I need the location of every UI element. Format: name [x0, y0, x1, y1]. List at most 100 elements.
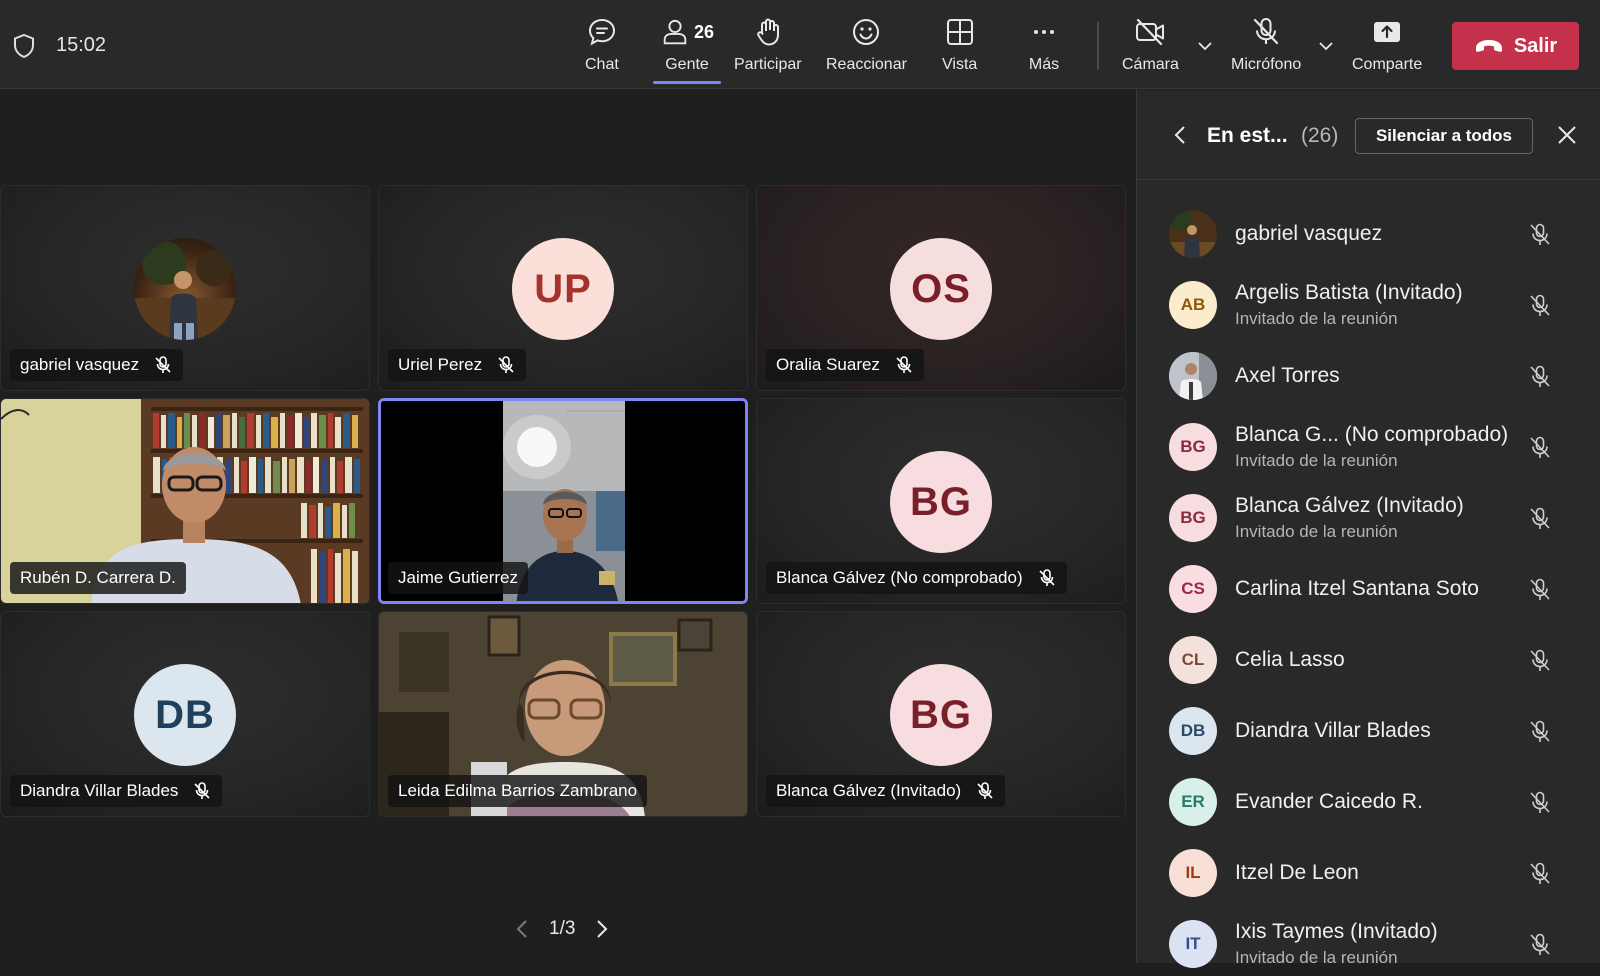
participant-row[interactable]: Axel Torres [1137, 342, 1600, 408]
video-tile[interactable]: Leida Edilma Barrios Zambrano [378, 611, 748, 817]
avatar: AB [1169, 281, 1217, 329]
participant-name: Blanca Gálvez (Invitado) [776, 781, 962, 800]
participant-name: Oralia Suarez [776, 355, 880, 374]
video-tile[interactable]: Rubén D. Carrera D. [0, 398, 370, 604]
participant-name: Ixis Taymes (Invitado) [1235, 920, 1438, 943]
participant-name-tag: Blanca Gálvez (Invitado) [766, 775, 1006, 807]
camera-button[interactable]: Cámara [1122, 16, 1179, 78]
avatar-initials: CL [1181, 650, 1205, 669]
more-icon [1034, 30, 1054, 34]
participant-name: Diandra Villar Blades [1235, 719, 1431, 742]
chevron-left-icon[interactable] [1173, 124, 1187, 146]
shield-icon[interactable] [12, 33, 36, 59]
participant-name: Argelis Batista (Invitado) [1235, 281, 1463, 304]
react-label: Reaccionar [826, 56, 907, 73]
people-count: 26 [694, 21, 715, 42]
mic-options-chevron-icon[interactable] [1318, 38, 1334, 54]
video-tile[interactable]: gabriel vasquez [0, 185, 370, 391]
video-tile[interactable]: DB Diandra Villar Blades [0, 611, 370, 817]
microphone-label: Micrófono [1231, 56, 1302, 73]
participant-name-tag: Rubén D. Carrera D. [10, 562, 186, 594]
mic-off-icon [977, 782, 993, 799]
participant-row[interactable]: BG Blanca Gálvez (Invitado) Invitado de … [1137, 484, 1600, 550]
participants-panel: En est... (26) Silenciar a todos gabriel… [1136, 90, 1600, 968]
mute-all-button[interactable]: Silenciar a todos [1355, 118, 1533, 154]
mic-off-icon[interactable] [1527, 719, 1553, 745]
react-button[interactable]: Reaccionar [826, 16, 907, 78]
mic-off-icon[interactable] [1527, 364, 1553, 390]
avatar-initials: BG [1180, 508, 1206, 527]
raise-hand-label: Participar [734, 56, 802, 73]
participant-row[interactable]: CS Carlina Itzel Santana Soto [1137, 555, 1600, 621]
avatar-initials: IT [1185, 934, 1201, 953]
mic-off-icon[interactable] [1527, 506, 1553, 532]
participant-row[interactable]: DB Diandra Villar Blades [1137, 697, 1600, 763]
people-button[interactable]: 26 Gente [660, 16, 714, 78]
share-label: Comparte [1352, 56, 1423, 73]
participant-name-tag: Jaime Gutierrez [388, 562, 528, 594]
participant-name: Leida Edilma Barrios Zambrano [398, 781, 638, 800]
mic-off-icon[interactable] [1527, 861, 1553, 887]
participant-row[interactable]: gabriel vasquez [1137, 200, 1600, 266]
mic-off-icon[interactable] [1527, 435, 1553, 461]
more-button[interactable]: Más [1028, 16, 1060, 78]
mic-off-icon[interactable] [1527, 648, 1553, 674]
view-button[interactable]: Vista [942, 16, 977, 78]
mic-off-icon[interactable] [1527, 790, 1553, 816]
participant-name: Axel Torres [1235, 364, 1340, 387]
video-tile-active-speaker[interactable]: Jaime Gutierrez [378, 398, 748, 604]
chevron-right-icon[interactable] [595, 919, 609, 939]
avatar: CS [1169, 565, 1217, 613]
chat-icon [588, 18, 615, 46]
video-tile[interactable]: UP Uriel Perez [378, 185, 748, 391]
close-icon[interactable] [1557, 125, 1577, 145]
mic-off-icon[interactable] [1527, 222, 1553, 248]
participant-row[interactable]: AB Argelis Batista (Invitado) Invitado d… [1137, 271, 1600, 337]
chat-label: Chat [585, 56, 619, 73]
toolbar-divider [1097, 22, 1099, 70]
participant-row[interactable]: IL Itzel De Leon [1137, 839, 1600, 905]
mic-off-icon[interactable] [1527, 932, 1553, 958]
participant-name: Blanca G... (No comprobado) [1235, 423, 1509, 446]
avatar-initials: DB [1180, 721, 1206, 740]
hang-up-icon [1475, 40, 1502, 52]
avatar: BG [890, 664, 992, 766]
video-tile[interactable]: OS Oralia Suarez [756, 185, 1126, 391]
view-label: Vista [942, 56, 978, 73]
participant-row[interactable]: CL Celia Lasso [1137, 626, 1600, 692]
avatar [1169, 352, 1217, 400]
mic-off-icon[interactable] [1527, 577, 1553, 603]
participant-name: Blanca Gálvez (No comprobado) [776, 568, 1023, 587]
avatar-initials: IL [1185, 863, 1201, 882]
person-photo [1169, 210, 1217, 258]
mic-off-icon [155, 356, 171, 373]
participant-name-tag: Oralia Suarez [766, 349, 924, 381]
avatar: IT [1169, 920, 1217, 968]
avatar-initials: BG [910, 479, 972, 524]
participant-row[interactable]: BG Blanca G... (No comprobado) Invitado … [1137, 413, 1600, 479]
avatar: UP [512, 238, 614, 340]
participant-name: gabriel vasquez [1235, 222, 1383, 245]
microphone-button[interactable]: Micrófono [1231, 16, 1301, 78]
smiley-icon [853, 19, 880, 45]
share-icon [1374, 22, 1401, 42]
people-label: Gente [665, 56, 709, 73]
avatar: BG [1169, 494, 1217, 542]
participant-role: Invitado de la reunión [1235, 948, 1398, 967]
leave-button[interactable]: Salir [1452, 22, 1579, 70]
raise-hand-button[interactable]: Participar [734, 16, 802, 78]
participant-row[interactable]: ER Evander Caicedo R. [1137, 768, 1600, 834]
camera-options-chevron-icon[interactable] [1197, 38, 1213, 54]
participant-row[interactable]: IT Ixis Taymes (Invitado) Invitado de la… [1137, 910, 1600, 976]
participant-name: Jaime Gutierrez [398, 568, 518, 587]
video-tile[interactable]: BG Blanca Gálvez (No comprobado) [756, 398, 1126, 604]
video-tile[interactable]: BG Blanca Gálvez (Invitado) [756, 611, 1126, 817]
chevron-left-icon[interactable] [515, 919, 529, 939]
chat-button[interactable]: Chat [585, 16, 619, 78]
avatar: DB [134, 664, 236, 766]
participant-name: Rubén D. Carrera D. [20, 568, 176, 587]
avatar [134, 238, 236, 340]
share-button[interactable]: Comparte [1352, 16, 1422, 78]
mic-off-icon[interactable] [1527, 293, 1553, 319]
avatar: BG [1169, 423, 1217, 471]
